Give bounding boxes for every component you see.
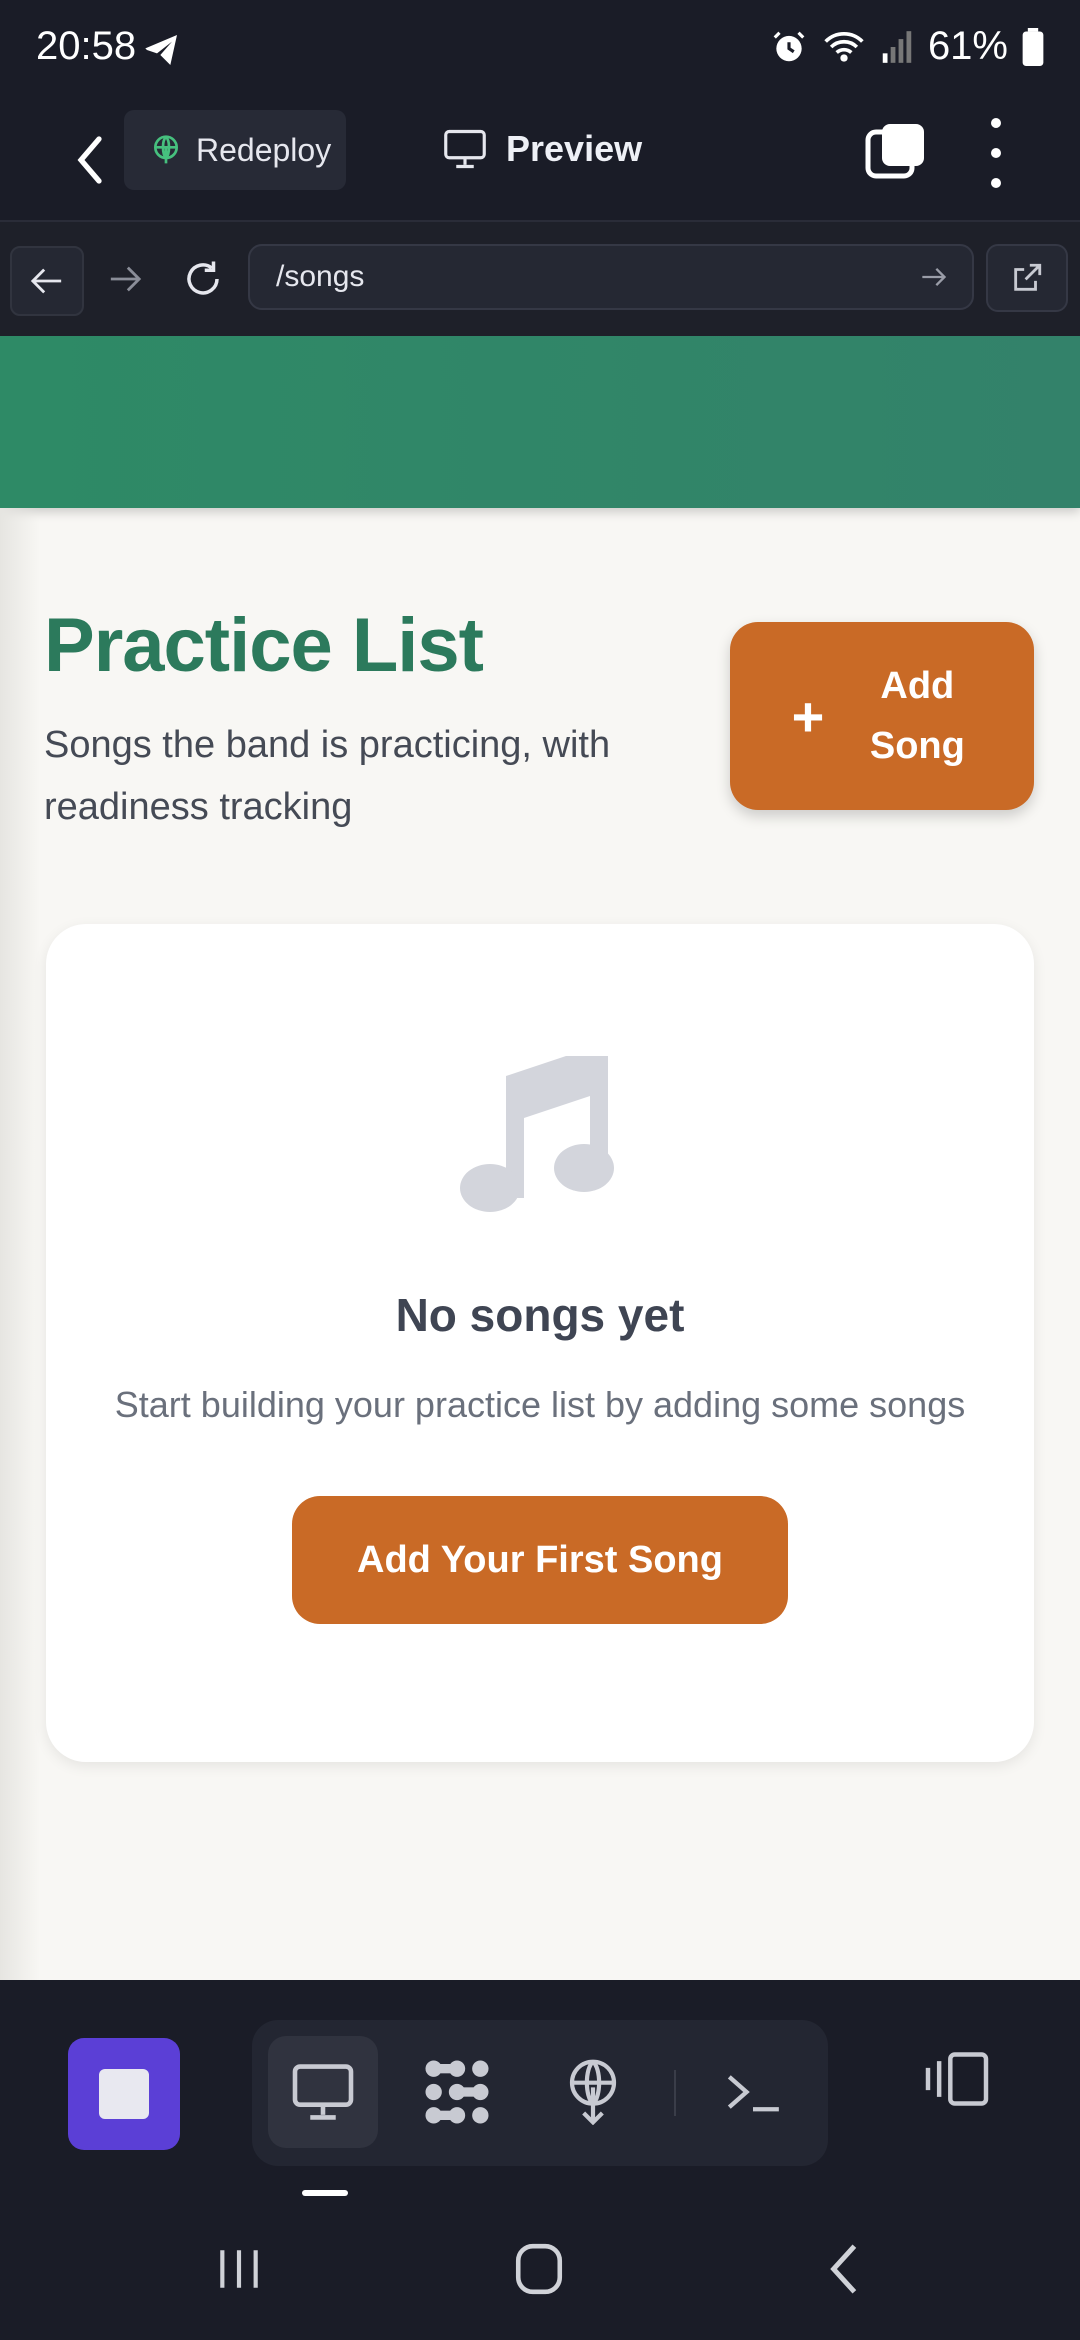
preview-icon xyxy=(292,2064,354,2120)
add-first-song-button[interactable]: Add Your First Song xyxy=(292,1496,788,1624)
redeploy-button[interactable]: Redeploy xyxy=(124,110,346,190)
page-title: Practice List xyxy=(44,603,484,688)
terminal-icon xyxy=(727,2075,779,2112)
monitor-icon xyxy=(444,129,486,169)
stop-icon xyxy=(99,2069,149,2119)
add-song-label: Add Song xyxy=(869,665,965,767)
add-song-button[interactable]: + Add Song xyxy=(730,622,1034,810)
telegram-icon xyxy=(145,35,177,65)
empty-state-card: No songs yet Start building your practic… xyxy=(46,924,1034,1762)
alarm-icon xyxy=(773,31,805,61)
empty-state-title: No songs yet xyxy=(395,1289,685,1341)
status-right: 61% xyxy=(770,24,1044,69)
panel-toggle-button[interactable] xyxy=(920,2042,994,2116)
go-arrow-icon[interactable] xyxy=(920,265,948,289)
chevron-left-icon xyxy=(77,136,102,184)
toolbar-deploy-button[interactable] xyxy=(538,2036,648,2148)
external-link-icon xyxy=(1014,263,1042,291)
recent-apps-icon[interactable] xyxy=(214,2244,264,2294)
hero-banner xyxy=(0,336,1080,508)
deploy-icon xyxy=(154,135,178,164)
deploy-icon xyxy=(569,2059,617,2125)
reload-icon xyxy=(187,261,219,295)
arrow-right-icon xyxy=(110,266,142,292)
battery-percent: 61% xyxy=(927,24,1008,68)
url-bar[interactable] xyxy=(248,244,974,310)
plus-icon: + xyxy=(791,684,825,748)
toolbar-divider xyxy=(674,2070,676,2116)
system-navigation-bar xyxy=(0,2200,1080,2340)
url-input[interactable] xyxy=(274,259,920,295)
browser-back-button[interactable] xyxy=(10,246,84,316)
app-header: Redeploy Preview xyxy=(0,100,1080,222)
redeploy-label: Redeploy xyxy=(196,131,332,168)
status-time: 20:58 xyxy=(36,24,137,68)
active-tab-indicator xyxy=(302,2190,348,2196)
more-options-button[interactable] xyxy=(976,118,1016,188)
stop-button[interactable] xyxy=(68,2038,180,2150)
browser-bar xyxy=(0,222,1080,336)
toolbar-group xyxy=(252,2020,828,2166)
home-icon[interactable] xyxy=(514,2242,564,2296)
preview-label: Preview xyxy=(506,128,643,169)
preview-title[interactable]: Preview xyxy=(444,128,642,170)
browser-reload-button[interactable] xyxy=(170,246,236,312)
nodes-icon xyxy=(425,2060,489,2124)
empty-state-text: Start building your practice list by add… xyxy=(114,1384,966,1425)
bottom-toolbar xyxy=(0,1980,1080,2196)
tabs-icon[interactable] xyxy=(864,120,928,184)
panel-icon xyxy=(925,2052,989,2106)
web-page: Practice List Songs the band is practici… xyxy=(0,336,1080,1980)
back-button[interactable] xyxy=(56,126,124,194)
battery-icon xyxy=(1022,27,1044,66)
signal-icon xyxy=(882,30,912,63)
toolbar-terminal-button[interactable] xyxy=(698,2036,808,2148)
browser-forward-button[interactable] xyxy=(92,246,158,312)
toolbar-nodes-button[interactable] xyxy=(402,2036,512,2148)
music-note-icon xyxy=(460,1056,614,1212)
open-external-button[interactable] xyxy=(986,244,1068,312)
system-back-icon[interactable] xyxy=(826,2242,862,2296)
toolbar-preview-button[interactable] xyxy=(268,2036,378,2148)
page-subtitle: Songs the band is practicing, with readi… xyxy=(44,724,611,828)
side-shadow xyxy=(0,508,40,1980)
wifi-icon xyxy=(824,31,864,62)
status-bar: 20:58 61% xyxy=(0,0,1080,100)
arrow-left-icon xyxy=(30,268,62,294)
